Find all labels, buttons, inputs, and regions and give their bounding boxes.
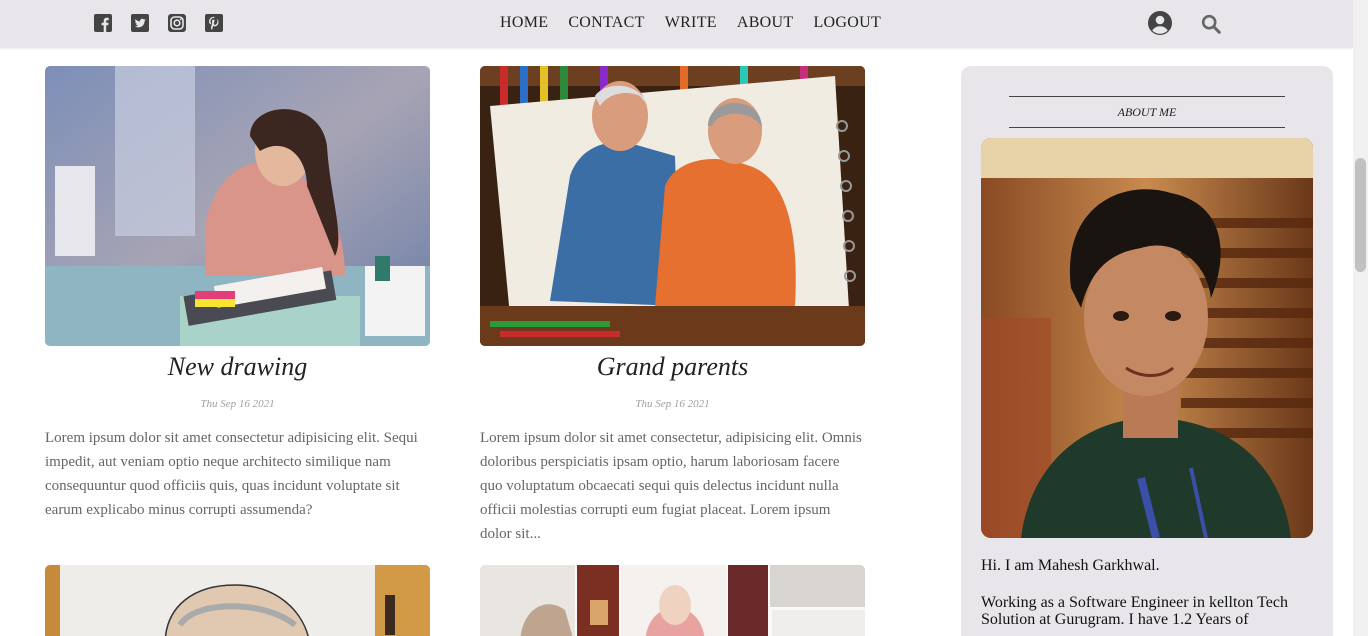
scrollbar-thumb[interactable]	[1355, 158, 1366, 272]
social-links	[94, 14, 223, 32]
post-image[interactable]	[480, 66, 865, 346]
nav-home[interactable]: HOME	[500, 13, 548, 33]
nav-contact[interactable]: CONTACT	[568, 13, 644, 33]
post-description: Lorem ipsum dolor sit amet consectetur a…	[45, 430, 418, 518]
facebook-icon[interactable]	[94, 14, 112, 32]
post-image[interactable]	[45, 66, 430, 346]
nav-logout[interactable]: LOGOUT	[813, 13, 881, 33]
search-icon[interactable]	[1201, 14, 1221, 34]
post-image[interactable]	[45, 565, 430, 636]
post-image[interactable]	[480, 565, 865, 636]
post-title[interactable]: New drawing	[45, 352, 430, 382]
twitter-icon[interactable]	[131, 14, 149, 32]
about-bio: Working as a Software Engineer in kellto…	[981, 594, 1288, 628]
post-card	[480, 565, 865, 636]
about-intro: Hi. I am Mahesh Garkhwal.	[981, 557, 1160, 574]
post-title[interactable]: Grand parents	[480, 352, 865, 382]
post-card: New drawing Thu Sep 16 2021 Lorem ipsum …	[45, 66, 430, 522]
post-date: Thu Sep 16 2021	[200, 398, 275, 410]
nav-about[interactable]: ABOUT	[737, 13, 794, 33]
post-card: Grand parents Thu Sep 16 2021 Lorem ipsu…	[480, 66, 865, 546]
pinterest-icon[interactable]	[205, 14, 223, 32]
page-scrollbar[interactable]	[1353, 0, 1368, 636]
post-description: Lorem ipsum dolor sit amet consectetur, …	[480, 430, 862, 542]
nav-write[interactable]: WRITE	[665, 13, 717, 33]
main-nav: HOME CONTACT WRITE ABOUT LOGOUT	[500, 13, 901, 33]
profile-photo	[981, 138, 1313, 538]
about-sidebar: ABOUT ME Hi. I am Mahesh Garkhwal. Worki…	[961, 66, 1333, 636]
top-navbar: HOME CONTACT WRITE ABOUT LOGOUT	[0, 0, 1353, 48]
user-icon[interactable]	[1147, 10, 1173, 36]
post-card	[45, 565, 430, 636]
post-date: Thu Sep 16 2021	[635, 398, 710, 410]
instagram-icon[interactable]	[168, 14, 186, 32]
sidebar-heading: ABOUT ME	[1009, 96, 1285, 128]
